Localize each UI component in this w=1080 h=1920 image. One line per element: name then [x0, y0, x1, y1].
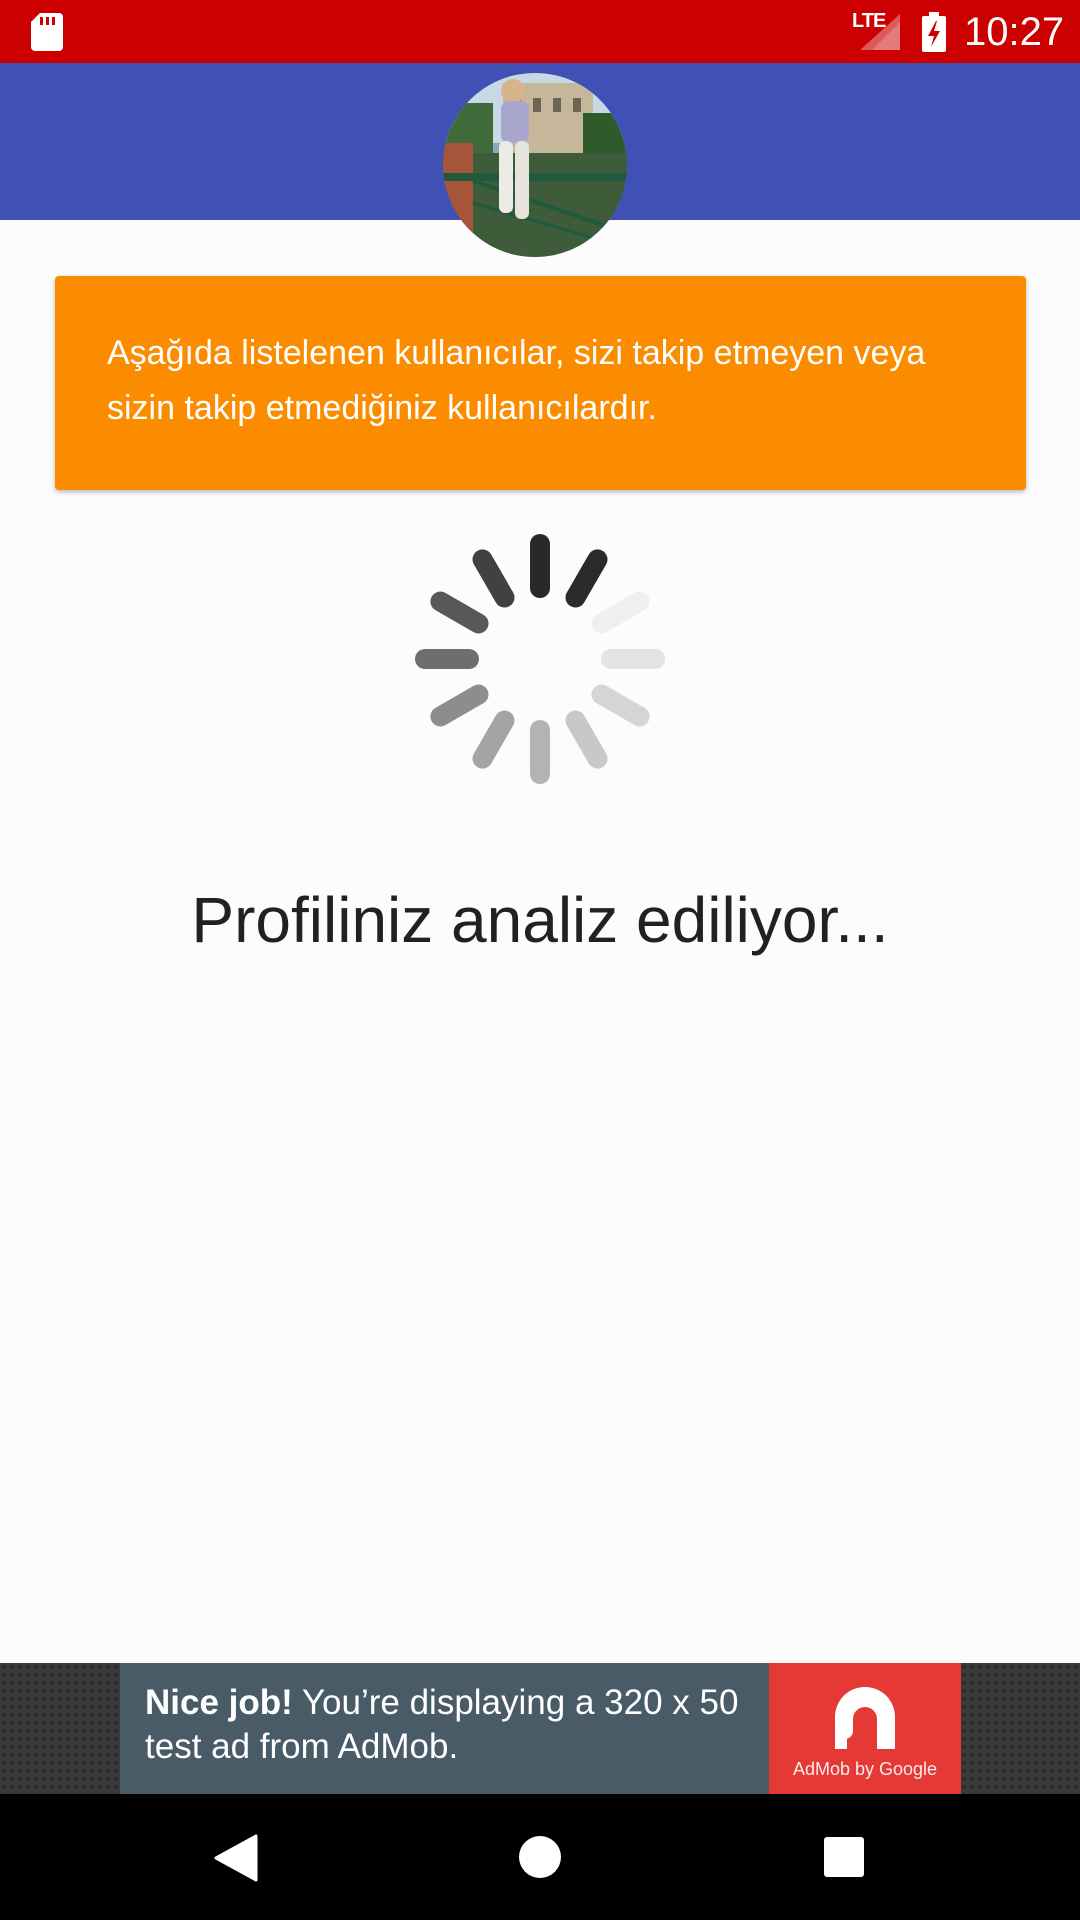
back-icon[interactable]	[214, 1834, 258, 1882]
spinner-icon	[415, 534, 665, 784]
admob-caption: AdMob by Google	[792, 1759, 938, 1779]
ad-container: Nice job! You’re displaying a 320 x 50 t…	[0, 1663, 1080, 1794]
app-screen: LTE 10:27 Aşağıda listelenen kullanıcıla…	[0, 0, 1080, 1920]
ad-text: Nice job! You’re displaying a 320 x 50 t…	[145, 1681, 745, 1769]
home-icon[interactable]	[519, 1836, 561, 1878]
ad-headline: Nice job!	[145, 1683, 293, 1722]
admob-icon	[835, 1687, 895, 1749]
ad-banner[interactable]: Nice job! You’re displaying a 320 x 50 t…	[120, 1663, 961, 1794]
info-card: Aşağıda listelenen kullanıcılar, sizi ta…	[55, 276, 1026, 490]
recents-icon[interactable]	[824, 1837, 864, 1877]
status-bar: LTE 10:27	[0, 0, 1080, 63]
battery-charging-icon	[922, 12, 946, 52]
sd-card-icon	[31, 13, 63, 51]
admob-logo: AdMob by Google	[769, 1663, 961, 1794]
loading-status-text: Profiliniz analiz ediliyor...	[191, 884, 889, 956]
status-clock: 10:27	[964, 10, 1065, 54]
navigation-bar	[0, 1794, 1080, 1920]
avatar[interactable]	[443, 73, 627, 257]
signal-icon	[860, 14, 900, 50]
info-card-text: Aşağıda listelenen kullanıcılar, sizi ta…	[107, 334, 926, 427]
profile-photo	[443, 73, 627, 257]
